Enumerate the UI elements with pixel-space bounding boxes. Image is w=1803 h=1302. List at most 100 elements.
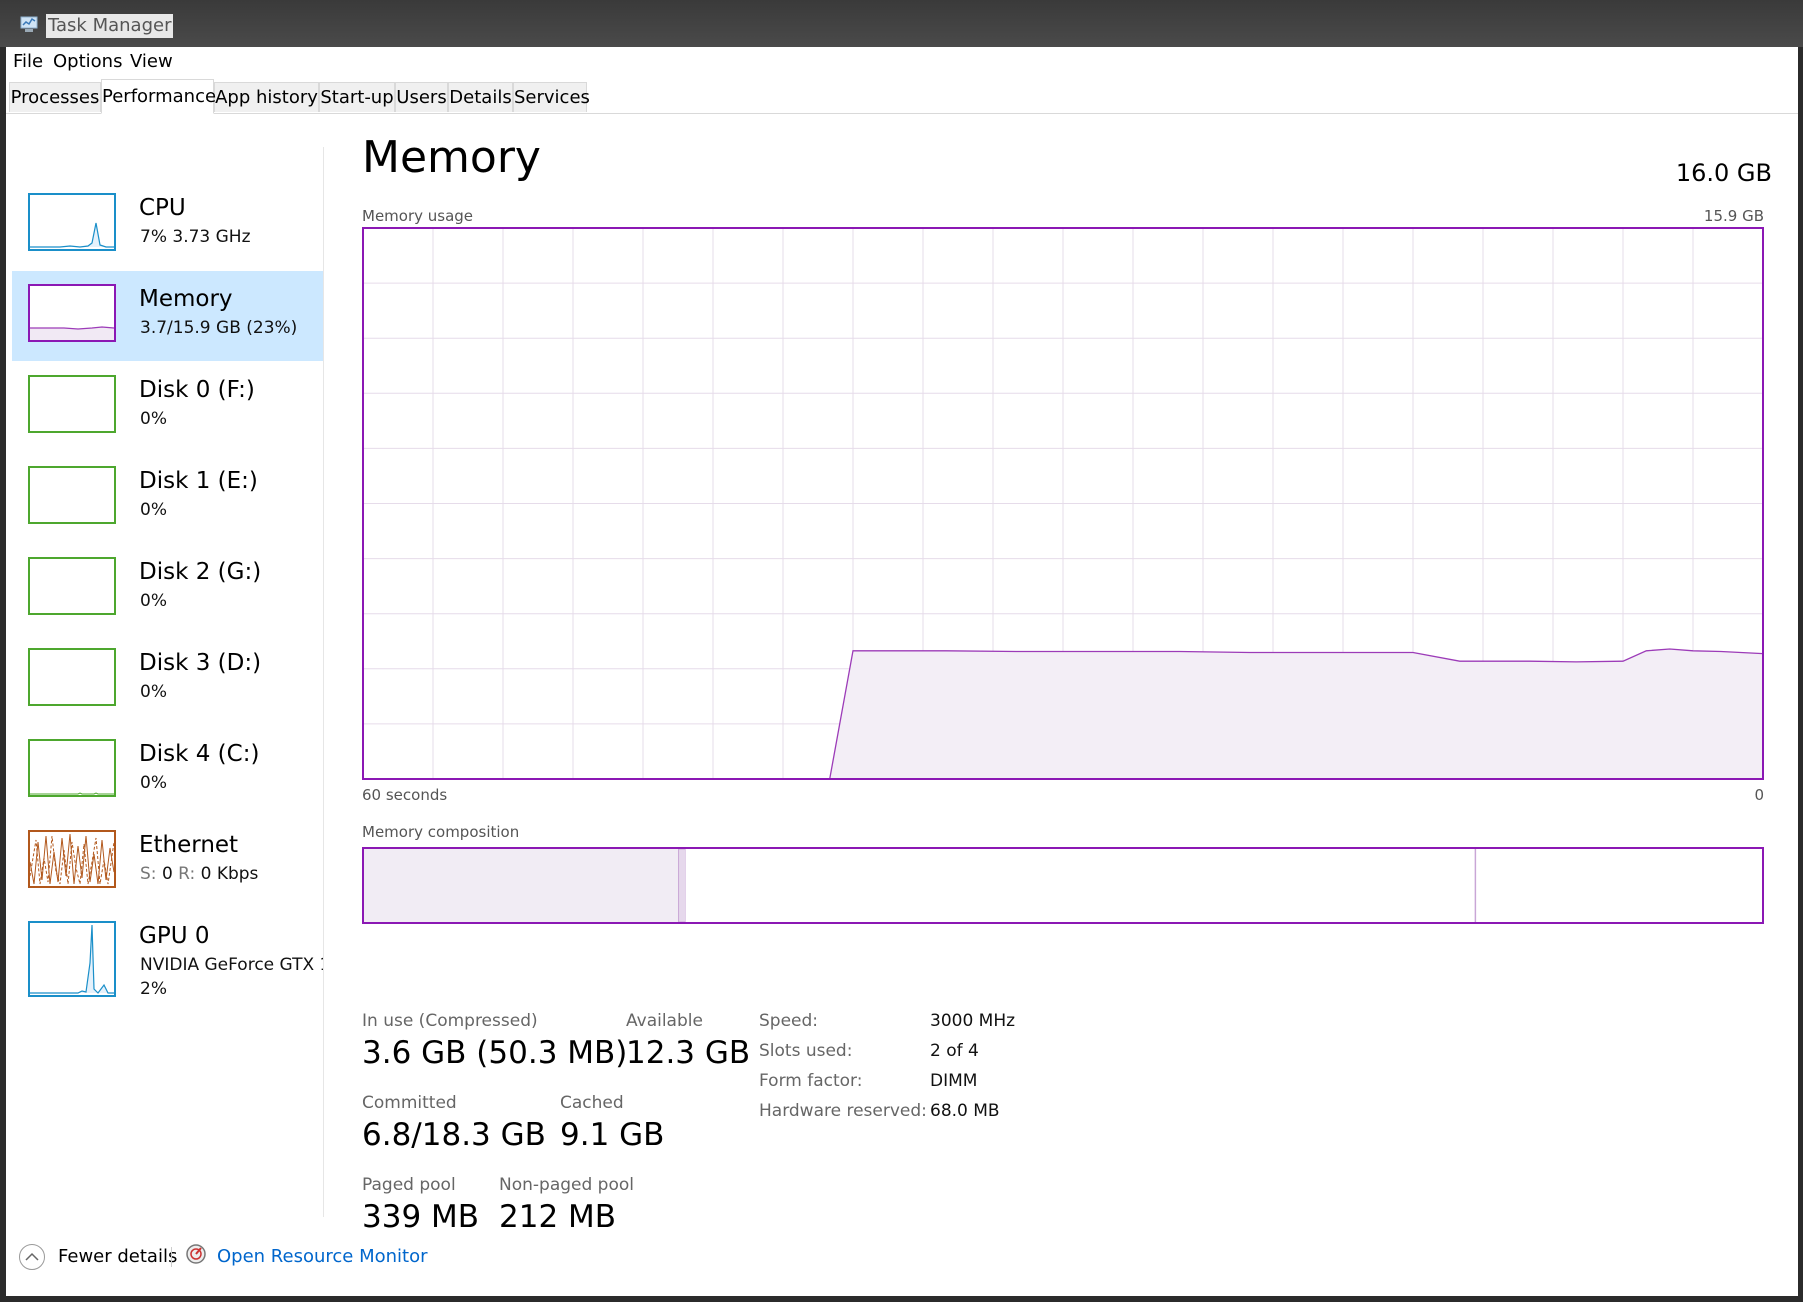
- chart-x-left-label: 60 seconds: [362, 786, 448, 804]
- speed-label: Speed:: [759, 1011, 819, 1031]
- task-manager-icon: [19, 13, 41, 35]
- sidebar-divider: [323, 147, 324, 1217]
- tab-performance[interactable]: Performance: [101, 79, 216, 114]
- title-bar: Task Manager: [0, 0, 1803, 47]
- window-edge-right: [1798, 47, 1803, 1302]
- sidebar-item-gpu-0[interactable]: GPU 0 NVIDIA GeForce GTX 10 2%: [12, 908, 324, 1004]
- performance-sidebar: CPU 7% 3.73 GHz Memory 3.7/15.9 GB (23%)…: [12, 124, 324, 1224]
- sidebar-disk-3-title: Disk 3 (D:): [139, 650, 262, 676]
- sidebar-item-cpu[interactable]: CPU 7% 3.73 GHz: [12, 180, 324, 270]
- menu-file[interactable]: File: [13, 51, 43, 73]
- sidebar-disk-1-title: Disk 1 (E:): [139, 468, 258, 494]
- sidebar-disk-1-sub: 0%: [140, 500, 167, 520]
- memory-usage-svg: [362, 227, 1764, 780]
- sidebar-item-memory[interactable]: Memory 3.7/15.9 GB (23%): [12, 271, 324, 361]
- sidebar-cpu-sub: 7% 3.73 GHz: [140, 227, 251, 247]
- tab-start-up[interactable]: Start-up: [319, 82, 395, 112]
- task-manager-window: File Options View Processes Performance …: [6, 47, 1803, 1298]
- sidebar-disk-2-title: Disk 2 (G:): [139, 559, 262, 585]
- committed-value: 6.8/18.3 GB: [362, 1117, 546, 1153]
- available-label: Available: [626, 1011, 703, 1031]
- paged-pool-label: Paged pool: [362, 1175, 456, 1195]
- non-paged-pool-value: 212 MB: [499, 1199, 617, 1235]
- memory-usage-chart: [362, 227, 1764, 780]
- hardware-reserved-label: Hardware reserved:: [759, 1101, 927, 1121]
- disk-2-thumbnail-graph: [28, 557, 116, 615]
- footer-bar: Fewer details Open Resource Monitor: [6, 1235, 1803, 1275]
- sidebar-gpu-usage: 2%: [140, 979, 167, 999]
- sidebar-item-ethernet[interactable]: Ethernet S: 0 R: 0 Kbps: [12, 817, 324, 907]
- ethernet-send-value: 0: [161, 864, 173, 884]
- sidebar-item-disk-2[interactable]: Disk 2 (G:) 0%: [12, 544, 324, 634]
- memory-thumbnail-graph: [28, 284, 116, 342]
- paged-pool-value: 339 MB: [362, 1199, 480, 1235]
- tab-app-history[interactable]: App history: [214, 82, 319, 112]
- committed-label: Committed: [362, 1093, 457, 1113]
- sidebar-item-disk-0[interactable]: Disk 0 (F:) 0%: [12, 362, 324, 452]
- tabs-divider: [6, 113, 1803, 114]
- composition-in-use: [364, 849, 679, 922]
- sidebar-disk-3-sub: 0%: [140, 682, 167, 702]
- sidebar-item-disk-4[interactable]: Disk 4 (C:) 0%: [12, 726, 324, 816]
- non-paged-pool-label: Non-paged pool: [499, 1175, 634, 1195]
- sidebar-ethernet-title: Ethernet: [139, 832, 239, 858]
- sidebar-gpu-title: GPU 0: [139, 923, 210, 949]
- composition-standby: [685, 849, 1476, 922]
- sidebar-disk-2-sub: 0%: [140, 591, 167, 611]
- disk-0-thumbnail-graph: [28, 375, 116, 433]
- menu-bar: File Options View: [6, 47, 1803, 75]
- sidebar-item-disk-3[interactable]: Disk 3 (D:) 0%: [12, 635, 324, 725]
- ethernet-receive-value: 0 Kbps: [200, 864, 259, 884]
- menu-view[interactable]: View: [130, 51, 173, 73]
- tab-processes[interactable]: Processes: [9, 82, 101, 112]
- window-title: Task Manager: [46, 14, 174, 38]
- composition-modified: [678, 848, 687, 923]
- memory-usage-label: Memory usage: [362, 207, 474, 225]
- window-edge-bottom: [0, 1296, 1803, 1302]
- sidebar-disk-4-title: Disk 4 (C:): [139, 741, 260, 767]
- page-title: Memory: [362, 132, 541, 183]
- sidebar-ethernet-sub: S: 0 R: 0 Kbps: [140, 863, 258, 885]
- cpu-thumbnail-graph: [28, 193, 116, 251]
- disk-1-thumbnail-graph: [28, 466, 116, 524]
- slots-used-value: 2 of 4: [930, 1041, 979, 1061]
- sidebar-gpu-model: NVIDIA GeForce GTX 10: [140, 955, 324, 975]
- sidebar-disk-4-sub: 0%: [140, 773, 167, 793]
- ethernet-receive-label: R:: [178, 864, 196, 884]
- form-factor-label: Form factor:: [759, 1071, 863, 1091]
- speed-value: 3000 MHz: [930, 1011, 1016, 1031]
- footer-separator: [171, 1247, 172, 1267]
- ethernet-send-label: S:: [140, 864, 157, 884]
- hardware-reserved-value: 68.0 MB: [930, 1101, 1000, 1121]
- resource-monitor-icon[interactable]: [185, 1243, 207, 1265]
- sidebar-memory-title: Memory: [139, 286, 233, 312]
- slots-used-label: Slots used:: [759, 1041, 853, 1061]
- memory-usage-max: 15.9 GB: [1703, 207, 1764, 225]
- in-use-label: In use (Compressed): [362, 1011, 538, 1031]
- composition-free: [1476, 849, 1762, 922]
- sidebar-memory-sub: 3.7/15.9 GB (23%): [140, 318, 298, 338]
- cached-label: Cached: [560, 1093, 624, 1113]
- memory-detail-panel: Memory 16.0 GB Memory usage 15.9 GB 60 s…: [362, 124, 1772, 1235]
- memory-composition-svg: [364, 848, 1762, 923]
- tab-services[interactable]: Services: [513, 82, 590, 112]
- available-value: 12.3 GB: [626, 1035, 751, 1071]
- menu-options[interactable]: Options: [53, 51, 122, 73]
- fewer-details-button[interactable]: Fewer details: [58, 1246, 177, 1268]
- chart-x-right-label: 0: [1754, 786, 1764, 804]
- tab-users[interactable]: Users: [395, 82, 448, 112]
- gpu-thumbnail-graph: [28, 921, 116, 997]
- ethernet-thumbnail-graph: [28, 830, 116, 888]
- sidebar-item-disk-1[interactable]: Disk 1 (E:) 0%: [12, 453, 324, 543]
- memory-composition-label: Memory composition: [362, 823, 520, 841]
- sidebar-disk-0-title: Disk 0 (F:): [139, 377, 255, 403]
- in-use-value: 3.6 GB (50.3 MB): [362, 1035, 628, 1071]
- form-factor-value: DIMM: [930, 1071, 978, 1091]
- disk-3-thumbnail-graph: [28, 648, 116, 706]
- chevron-up-icon[interactable]: [19, 1244, 45, 1270]
- open-resource-monitor-link[interactable]: Open Resource Monitor: [217, 1246, 428, 1268]
- total-memory: 16.0 GB: [1675, 159, 1772, 187]
- sidebar-disk-0-sub: 0%: [140, 409, 167, 429]
- disk-4-thumbnail-graph: [28, 739, 116, 797]
- tab-details[interactable]: Details: [448, 82, 513, 112]
